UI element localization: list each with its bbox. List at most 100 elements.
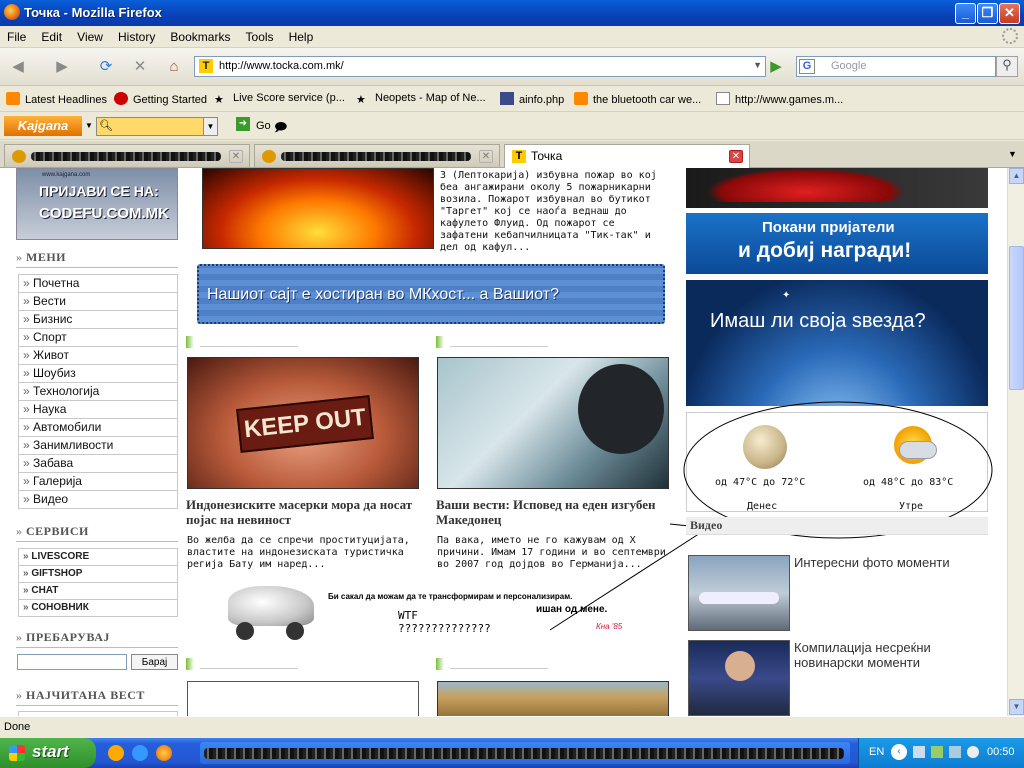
scroll-up-icon[interactable]: ▲: [1009, 168, 1024, 184]
kajgana-logo[interactable]: Kajgana: [4, 116, 82, 136]
google-engine-icon[interactable]: G: [799, 59, 815, 74]
service-link[interactable]: » GIFTSHOP: [18, 566, 178, 583]
menu-history[interactable]: History: [111, 26, 160, 44]
search-input[interactable]: G Google: [796, 56, 996, 77]
arrow-icon: »: [23, 348, 34, 362]
media-player-icon[interactable]: [108, 745, 124, 761]
go-button[interactable]: ▶: [766, 57, 786, 77]
close-tab-icon[interactable]: ✕: [229, 150, 243, 163]
back-arrow-icon[interactable]: ◀: [6, 56, 30, 78]
volume-icon[interactable]: [967, 746, 979, 758]
close-window-button[interactable]: ✕: [999, 3, 1020, 24]
ie-icon[interactable]: [132, 745, 148, 761]
bookmark-games[interactable]: http://www.games.m...: [716, 92, 843, 106]
start-button[interactable]: start: [0, 738, 96, 768]
sidebar-menu-item[interactable]: » Забава: [18, 455, 178, 473]
car-promo-image[interactable]: [686, 168, 988, 208]
service-link[interactable]: » LIVESCORE: [18, 549, 178, 566]
sidebar-menu-item[interactable]: » Спорт: [18, 329, 178, 347]
sidebar-menu-item[interactable]: » Шоубиз: [18, 365, 178, 383]
tab-list-icon[interactable]: ▼: [1008, 149, 1017, 159]
bookmark-live-score[interactable]: ★ Live Score service (p...: [214, 92, 345, 106]
url-dropdown-icon[interactable]: ▼: [753, 60, 762, 70]
forward-arrow-icon[interactable]: ▶: [50, 56, 74, 78]
keep-out-photo[interactable]: KEEP OUT: [187, 357, 419, 489]
go-arrow-icon[interactable]: ➜: [236, 117, 250, 131]
menu-help[interactable]: Help: [282, 26, 319, 44]
network2-icon[interactable]: [949, 746, 961, 758]
kajgana-menu-icon[interactable]: ▼: [85, 121, 93, 130]
clock[interactable]: 00:50: [987, 746, 1015, 758]
article1-title[interactable]: Индонезиските масерки мора да носат поја…: [186, 497, 418, 527]
video-thumb-plane[interactable]: [688, 555, 790, 631]
kajgana-dropdown-icon[interactable]: ▼: [203, 117, 218, 136]
network-icon[interactable]: [913, 746, 925, 758]
service-link[interactable]: » СОНОВНИК: [18, 600, 178, 617]
services-heading: » СЕРВИСИ: [16, 524, 178, 542]
home-icon[interactable]: ⌂: [162, 56, 186, 78]
scroll-down-icon[interactable]: ▼: [1009, 699, 1024, 715]
top-story-text[interactable]: 3 (Лептокарија) избувна пожар во кој беа…: [440, 170, 668, 253]
bookmark-getting-started[interactable]: Getting Started: [114, 92, 207, 106]
window-title-bar[interactable]: Точка - Mozilla Firefox _ ❐ ✕: [0, 0, 1024, 26]
sidebar-menu-item[interactable]: » Галерија: [18, 473, 178, 491]
site-favicon-icon: T: [199, 59, 213, 73]
sidebar-menu-item[interactable]: » Вести: [18, 293, 178, 311]
sidebar-menu-item[interactable]: » Занимливости: [18, 437, 178, 455]
kajgana-search-input[interactable]: 🔍︎: [96, 117, 218, 136]
menu-tools[interactable]: Tools: [239, 26, 279, 44]
vertical-scrollbar[interactable]: ▲ ▼: [1007, 168, 1024, 716]
close-tab-icon[interactable]: ✕: [479, 150, 493, 163]
menu-bookmarks[interactable]: Bookmarks: [163, 26, 235, 44]
bookmark-neopets[interactable]: ★ Neopets - Map of Ne...: [356, 92, 486, 106]
bookmark-bluetooth-car[interactable]: the bluetooth car we...: [574, 92, 701, 106]
firefox-quicklaunch-icon[interactable]: [156, 745, 172, 761]
taskbar-window-buttons[interactable]: [200, 742, 850, 764]
sidebar-menu-item[interactable]: » Живот: [18, 347, 178, 365]
tab-2[interactable]: ✕: [254, 144, 500, 167]
minimize-button[interactable]: _: [955, 3, 976, 24]
tab-tocka[interactable]: T Точка ✕: [504, 144, 750, 169]
kajgana-go-button[interactable]: Go: [256, 120, 271, 132]
restore-button[interactable]: ❐: [977, 3, 998, 24]
video-1-title[interactable]: Интересни фото моменти: [794, 555, 984, 570]
service-link[interactable]: » CHAT: [18, 583, 178, 600]
sad-man-photo[interactable]: [437, 357, 669, 489]
reload-icon[interactable]: ⟳: [94, 56, 118, 78]
hosting-banner[interactable]: Нашиот сајт е хостиран во МКхост... а Ва…: [197, 264, 665, 324]
scroll-thumb[interactable]: [1009, 246, 1024, 390]
article1-text[interactable]: Во желба да се спречи проституцијата, вл…: [187, 535, 419, 571]
sidebar-menu-item[interactable]: » Наука: [18, 401, 178, 419]
codefu-banner[interactable]: ПРИЈАВИ СЕ НА: CODEFU.COM.MK www.kajgana…: [16, 168, 178, 240]
sidebar-menu-item[interactable]: » Технологија: [18, 383, 178, 401]
invite-friends-banner[interactable]: Покани пријатели и добиј награди!: [686, 213, 988, 274]
stop-icon[interactable]: ✕: [128, 56, 152, 78]
chat-icon[interactable]: 🗩: [274, 118, 287, 139]
sidebar-menu-item[interactable]: » Автомобили: [18, 419, 178, 437]
site-search-button[interactable]: Барај: [131, 654, 178, 670]
article-thumb-blank[interactable]: [187, 681, 419, 716]
landscape-photo[interactable]: [437, 681, 669, 716]
language-indicator[interactable]: EN: [869, 746, 884, 758]
menu-bar: File Edit View History Bookmarks Tools H…: [0, 26, 1024, 48]
sidebar-menu-item[interactable]: » Видео: [18, 491, 178, 509]
menu-edit[interactable]: Edit: [34, 26, 67, 44]
messenger-icon[interactable]: [931, 746, 943, 758]
site-search-input[interactable]: [17, 654, 127, 670]
bookmark-latest-headlines[interactable]: Latest Headlines: [6, 92, 107, 106]
tab-1[interactable]: ✕: [4, 144, 250, 167]
star-banner[interactable]: Имаш ли своја ѕвезда? ✦: [686, 280, 988, 406]
menu-view[interactable]: View: [70, 26, 108, 44]
menu-file[interactable]: File: [0, 26, 31, 44]
video-thumb-news[interactable]: [688, 640, 790, 716]
url-input[interactable]: T http://www.tocka.com.mk/ ▼: [194, 56, 766, 77]
bookmark-ainfo[interactable]: ainfo.php: [500, 92, 564, 106]
fire-photo[interactable]: [202, 168, 434, 249]
search-button[interactable]: ⚲: [996, 56, 1018, 77]
sidebar-menu-item[interactable]: » Почетна: [18, 275, 178, 293]
sidebar-menu-item[interactable]: » Бизнис: [18, 311, 178, 329]
close-tab-icon[interactable]: ✕: [729, 150, 743, 163]
tray-expand-icon[interactable]: ‹: [891, 744, 907, 760]
rss-icon: [6, 92, 20, 105]
video-2-title[interactable]: Компилација несреќни новинарски моменти: [794, 640, 984, 670]
